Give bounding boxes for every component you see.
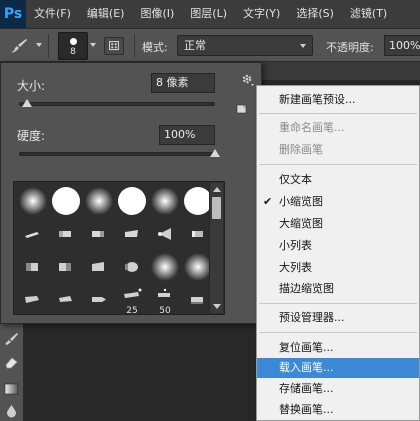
brush-panel-context-menu: 新建画笔预设... 重命名画笔... 删除画笔 仅文本 ✔ 小缩览图 大缩览图 … [256, 85, 420, 421]
menu-image[interactable]: 图像(I) [132, 0, 182, 28]
brush-preset-fan[interactable] [149, 218, 181, 250]
brush-preset-tip[interactable] [17, 218, 49, 250]
brush-panel-toggle-icon[interactable] [104, 37, 124, 55]
opacity-input[interactable]: 100% [384, 35, 420, 56]
history-brush-tool-icon[interactable] [3, 331, 20, 346]
size-label: 大小: [17, 79, 46, 93]
brush-tip-preview [70, 38, 77, 45]
brush-tool-icon[interactable] [8, 37, 30, 55]
brush-preset-size-label: 25 [126, 306, 138, 315]
brush-preset-tip[interactable] [17, 284, 49, 314]
menu-file[interactable]: 文件(F) [26, 0, 79, 28]
blend-mode-value: 正常 [184, 39, 206, 52]
preset-grid-scrollbar[interactable] [209, 183, 223, 313]
brush-preset-25[interactable]: 25 [116, 284, 148, 315]
brush-preset-soft-round[interactable] [149, 251, 181, 283]
tools-panel [0, 323, 24, 421]
menu-select[interactable]: 选择(S) [288, 0, 342, 28]
brush-preset-tip[interactable] [83, 218, 115, 250]
gear-icon[interactable] [241, 73, 255, 87]
brush-preset-tip[interactable] [17, 251, 49, 283]
brush-preset-tip[interactable] [83, 251, 115, 283]
new-preset-icon[interactable] [235, 103, 249, 115]
menu-item-preset-manager[interactable]: 预设管理器... [257, 308, 419, 328]
blend-mode-select[interactable]: 正常 [177, 35, 313, 56]
hardness-slider-track[interactable] [19, 152, 215, 156]
scroll-up-arrow[interactable] [213, 187, 221, 192]
menu-type[interactable]: 文字(Y) [235, 0, 288, 28]
blur-tool-icon[interactable] [3, 403, 20, 418]
brush-preset-hard-round[interactable] [50, 185, 82, 217]
opacity-label: 不透明度: [326, 41, 374, 54]
menu-separator [259, 164, 417, 165]
brush-preset-size-label: 50 [159, 306, 171, 315]
divider [48, 34, 49, 58]
size-input[interactable]: 8 像素 [151, 73, 215, 93]
brush-picker-dropdown-arrow[interactable] [90, 43, 96, 47]
menu-item-reset-brushes[interactable]: 复位画笔... [257, 338, 419, 358]
size-slider-handle[interactable] [21, 99, 32, 107]
menu-item-stroke-thumbnail[interactable]: 描边缩览图 [257, 279, 419, 299]
brush-preset-picker[interactable]: 8 [58, 32, 88, 60]
hardness-slider-handle[interactable] [210, 149, 220, 157]
scroll-thumb[interactable] [212, 197, 221, 219]
brush-preset-hard-round[interactable] [116, 185, 148, 217]
brush-preset-panel: 大小: 8 像素 硬度: 100% 25 50 [0, 62, 262, 324]
brush-preset-grid: 25 50 [13, 181, 225, 315]
brush-preset-50[interactable]: 50 [149, 284, 181, 315]
photoshop-logo: Ps [0, 0, 26, 28]
menu-item-new-brush-preset[interactable]: 新建画笔预设... [257, 90, 419, 110]
menu-item-load-brushes[interactable]: 载入画笔... [257, 358, 419, 378]
divider [134, 34, 135, 58]
menu-separator [259, 113, 417, 114]
menu-filter[interactable]: 滤镜(T) [342, 0, 395, 28]
hardness-label: 硬度: [17, 129, 46, 143]
eraser-tool-icon[interactable] [3, 355, 20, 370]
blend-mode-label: 模式: [142, 41, 168, 54]
menu-item-small-list[interactable]: 小列表 [257, 236, 419, 256]
scroll-down-arrow[interactable] [213, 304, 221, 309]
menu-bar: Ps 文件(F) 编辑(E) 图像(I) 图层(L) 文字(Y) 选择(S) 滤… [0, 0, 420, 28]
brush-preset-tip[interactable] [50, 218, 82, 250]
menu-item-save-brushes[interactable]: 存储画笔... [257, 379, 419, 399]
brush-preset-tip[interactable] [50, 251, 82, 283]
menu-item-small-thumbnail[interactable]: 小缩览图 [257, 192, 419, 212]
menu-item-replace-brushes[interactable]: 替换画笔... [257, 400, 419, 420]
menu-layer[interactable]: 图层(L) [182, 0, 235, 28]
brush-preset-tip[interactable] [116, 218, 148, 250]
brush-preset-soft-round[interactable] [83, 185, 115, 217]
menu-item-large-list[interactable]: 大列表 [257, 258, 419, 278]
options-bar: 8 模式: 正常 不透明度: 100% [0, 28, 420, 62]
brush-preset-tip[interactable] [83, 284, 115, 314]
size-slider-track[interactable] [19, 102, 215, 106]
brush-size-readout: 8 [70, 47, 76, 57]
menu-item-rename-brush: 重命名画笔... [279, 121, 345, 134]
brush-preset-tip[interactable] [50, 284, 82, 314]
brush-preset-soft-round[interactable] [149, 185, 181, 217]
menu-separator [259, 332, 417, 333]
menu-separator [259, 303, 417, 304]
hardness-input[interactable]: 100% [159, 125, 215, 145]
gradient-tool-icon[interactable] [3, 381, 20, 396]
menu-edit[interactable]: 编辑(E) [79, 0, 133, 28]
menu-item-text-only[interactable]: 仅文本 [257, 170, 419, 190]
tool-preset-dropdown-arrow[interactable] [36, 43, 42, 47]
brush-preset-tip[interactable] [116, 251, 148, 283]
menu-item-large-thumbnail[interactable]: 大缩览图 [257, 214, 419, 234]
chevron-down-icon [300, 44, 306, 48]
brush-preset-soft-round[interactable] [17, 185, 49, 217]
menu-item-delete-brush: 删除画笔 [279, 143, 323, 156]
